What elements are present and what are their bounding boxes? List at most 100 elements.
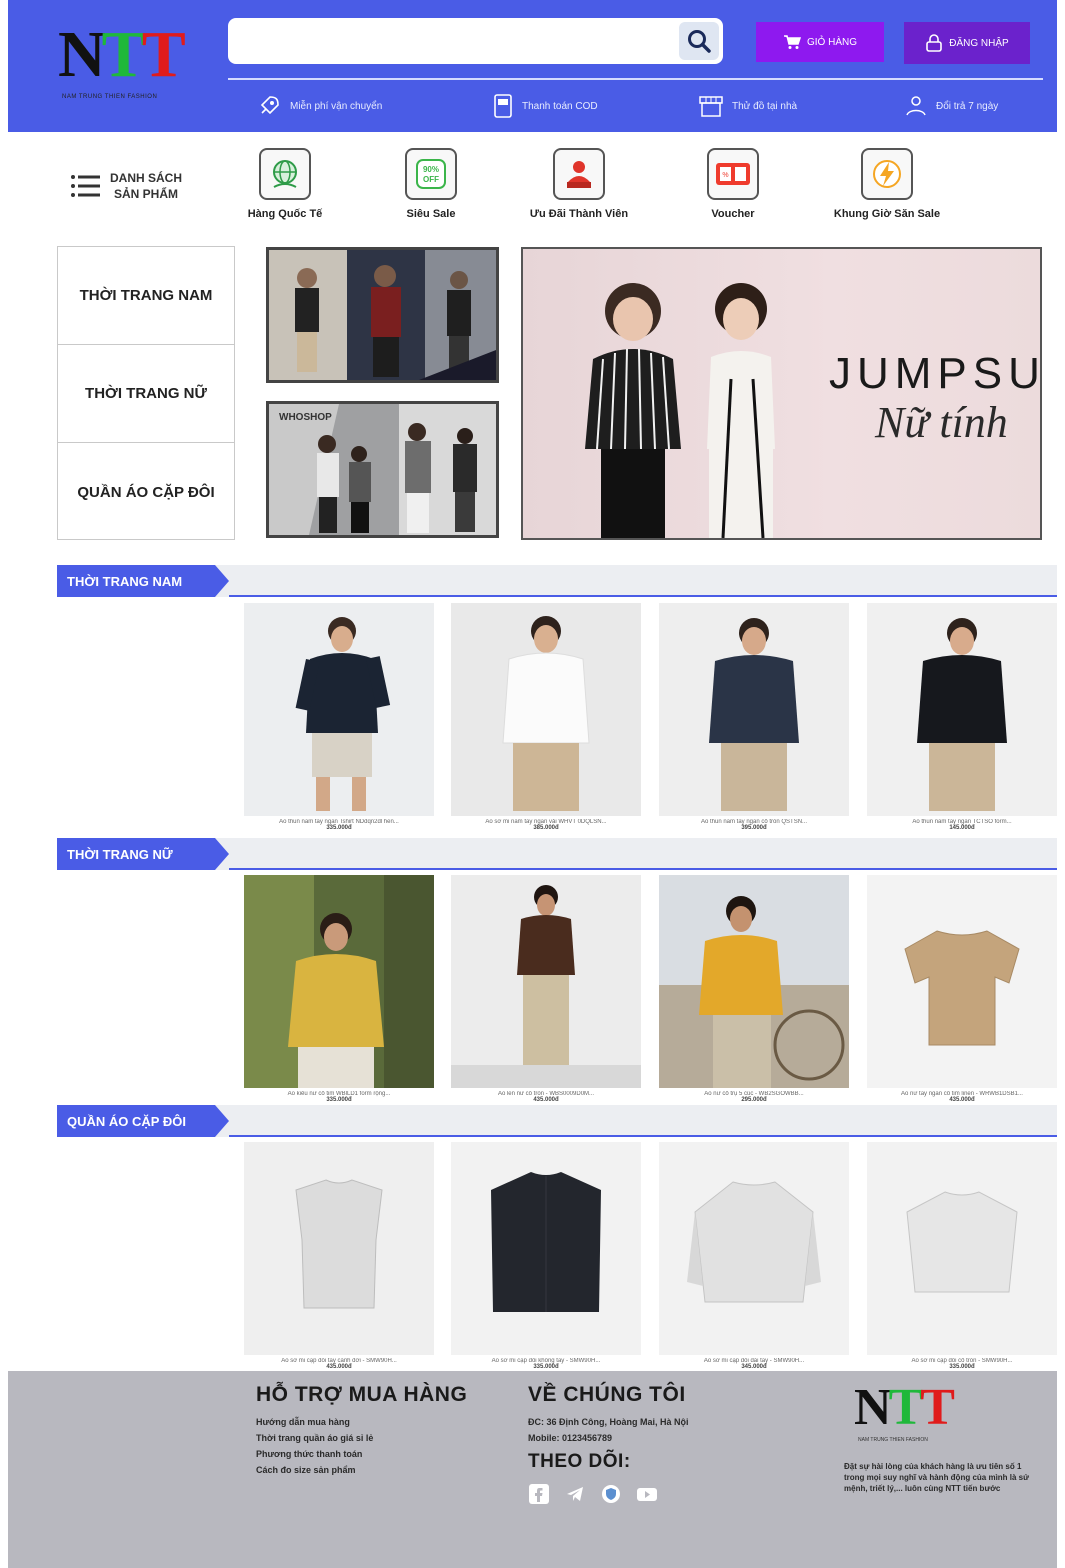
section-header-men: THỜI TRANG NAM: [57, 565, 1057, 597]
svg-text:OFF: OFF: [423, 175, 439, 184]
rocket-icon: [260, 96, 279, 115]
product-card[interactable]: Áo thun nam tay ngắn cổ tròn QSTSN... 39…: [659, 603, 849, 831]
quick-link-member-offer[interactable]: Ưu Đãi Thành Viên: [524, 148, 634, 220]
product-image: [244, 875, 434, 1088]
cart-label: GIỎ HÀNG: [806, 36, 857, 48]
product-image: [659, 603, 849, 816]
site-footer: HỖ TRỢ MUA HÀNG Hướng dẫn mua hàng Thời …: [8, 1371, 1057, 1568]
hero-title: JUMPSUIT: [829, 349, 1042, 398]
shield-icon[interactable]: [600, 1483, 622, 1505]
banner-women-collection[interactable]: WHOSHOP: [266, 401, 499, 538]
product-card[interactable]: Áo sơ mi cặp đôi dài tay - SMW90H... 345…: [659, 1142, 849, 1370]
benefit-try-at-home: Thử đồ tại nhà: [698, 88, 797, 124]
product-image: [867, 875, 1057, 1088]
men-collection-image: [269, 250, 496, 380]
hero-banner[interactable]: JUMPSUIT Nữ tính: [521, 247, 1042, 540]
facebook-icon[interactable]: [528, 1483, 550, 1505]
banner-men-collection[interactable]: [266, 247, 499, 383]
footer-address: ĐC: 36 Định Công, Hoàng Mai, Hà Nội: [528, 1417, 689, 1427]
footer-link[interactable]: Hướng dẫn mua hàng: [256, 1417, 506, 1427]
telegram-icon[interactable]: [564, 1483, 586, 1505]
sidebar-item-women[interactable]: THỜI TRANG NỮ: [58, 345, 234, 443]
product-card[interactable]: Áo nữ tay ngắn cổ tim linen - WRWB1DSB1.…: [867, 875, 1057, 1103]
voucher-icon: %: [716, 163, 750, 185]
product-card[interactable]: Áo sơ mi cặp đôi cổ tròn - SMW90H... 335…: [867, 1142, 1057, 1370]
footer-mobile: Mobile: 0123456789: [528, 1433, 613, 1443]
category-sidebar: THỜI TRANG NAM THỜI TRANG NỮ QUẦN ÁO CẶP…: [57, 246, 235, 540]
footer-link[interactable]: Cách đo size sản phẩm: [256, 1465, 506, 1475]
member-icon: [567, 161, 591, 188]
section-header-women: THỜI TRANG NỮ: [57, 838, 1057, 870]
footer-about: VỀ CHÚNG TÔI ĐC: 36 Định Công, Hoàng Mai…: [528, 1383, 798, 1505]
product-image: [451, 875, 641, 1088]
svg-text:90%: 90%: [423, 165, 439, 174]
product-card[interactable]: Áo thun nam tay ngắn Tshirt NDdqn2dl hen…: [244, 603, 434, 831]
youtube-icon[interactable]: [636, 1483, 658, 1505]
svg-text:%: %: [722, 172, 728, 179]
product-card[interactable]: Áo nữ cổ trụ 5 cúc - WB2SGOWBB... 295.00…: [659, 875, 849, 1103]
product-list-menu[interactable]: DANH SÁCH SẢN PHẨM: [70, 163, 210, 209]
lightning-icon: [873, 160, 901, 188]
payment-icon: [494, 94, 512, 118]
product-card[interactable]: Áo sơ mi cặp đôi tay cánh dơi - SMW90H..…: [244, 1142, 434, 1370]
section-title-women[interactable]: THỜI TRANG NỮ: [57, 838, 229, 870]
product-image: [244, 1142, 434, 1355]
menu-label-line2: SẢN PHẨM: [113, 187, 178, 201]
footer-about-title: VỀ CHÚNG TÔI: [528, 1383, 686, 1406]
section-title-couple[interactable]: QUẦN ÁO CẶP ĐÔI: [57, 1105, 229, 1137]
social-links: [528, 1483, 798, 1505]
footer-logo-tagline: NAM TRUNG THIEN FASHION: [858, 1437, 928, 1443]
product-image: [867, 603, 1057, 816]
lock-icon: [926, 34, 943, 52]
header-divider: [228, 78, 1043, 80]
product-image: [451, 1142, 641, 1355]
search-bar: [228, 18, 723, 64]
globe-icon: [273, 160, 297, 188]
quick-link-flash-sale[interactable]: Khung Giờ Săn Sale: [832, 148, 942, 220]
search-input[interactable]: [228, 18, 668, 64]
quick-link-voucher[interactable]: % Voucher: [678, 148, 788, 220]
product-image: [867, 1142, 1057, 1355]
footer-link[interactable]: Phương thức thanh toán: [256, 1449, 506, 1459]
product-image: [451, 603, 641, 816]
sidebar-item-couple[interactable]: QUẦN ÁO CẶP ĐÔI: [58, 443, 234, 541]
product-card[interactable]: Áo kiểu nữ cổ tim WBlLD1 form rộng... 33…: [244, 875, 434, 1103]
product-card[interactable]: Áo sơ mi cặp đôi không tay - SMW90H... 3…: [451, 1142, 641, 1370]
footer-brand-description: Đặt sự hài lòng của khách hàng là ưu tiê…: [844, 1462, 1029, 1493]
benefit-return: Đổi trả 7 ngày: [904, 88, 998, 124]
section-header-couple: QUẦN ÁO CẶP ĐÔI: [57, 1105, 1057, 1137]
product-card[interactable]: Áo thun nam tay ngắn TCTSO form... 145.0…: [867, 603, 1057, 831]
sale-tag-icon: 90%OFF: [416, 159, 446, 189]
logo-tagline: NAM TRUNG THIEN FASHION: [62, 94, 158, 100]
product-card[interactable]: Áo sơ mi nam tay ngắn vải WHVT 0DQLSN...…: [451, 603, 641, 831]
footer-link[interactable]: Thời trang quần áo giá sỉ lẻ: [256, 1433, 506, 1443]
sidebar-item-men[interactable]: THỜI TRANG NAM: [58, 247, 234, 345]
benefit-free-shipping: Miễn phí vận chuyển: [256, 88, 382, 124]
footer-support-title: HỖ TRỢ MUA HÀNG: [256, 1383, 468, 1406]
hero-subtitle: Nữ tính: [875, 398, 1008, 447]
menu-label-line1: DANH SÁCH: [110, 171, 182, 185]
search-icon: [688, 30, 711, 53]
product-image: [659, 1142, 849, 1355]
product-card[interactable]: Áo len nữ cổ tròn - WBS0009D0M... 435.00…: [451, 875, 641, 1103]
quick-link-super-sale[interactable]: 90% OFF Siêu Sale: [376, 148, 486, 220]
footer-follow-title: THEO DÕI:: [528, 1451, 631, 1472]
store-icon: [699, 96, 723, 117]
svg-text:WHOSHOP: WHOSHOP: [279, 412, 332, 423]
login-button[interactable]: ĐĂNG NHẬP: [904, 22, 1030, 64]
footer-logo[interactable]: NTT: [854, 1381, 1044, 1435]
section-title-men[interactable]: THỜI TRANG NAM: [57, 565, 229, 597]
women-collection-image: WHOSHOP: [269, 404, 496, 535]
site-header: NTT NAM TRUNG THIEN FASHION GIỎ HÀNG ĐĂN…: [8, 0, 1057, 132]
login-label: ĐĂNG NHẬP: [949, 37, 1009, 49]
benefit-cod: Thanh toán COD: [492, 88, 598, 124]
site-logo[interactable]: NTT NAM TRUNG THIEN FASHION: [44, 14, 186, 102]
cart-button[interactable]: GIỎ HÀNG: [756, 22, 884, 62]
cart-icon: [783, 35, 801, 49]
product-image: [244, 603, 434, 816]
quick-link-international[interactable]: Hàng Quốc Tế: [230, 148, 340, 220]
search-button[interactable]: [679, 22, 719, 60]
footer-brand: NTT NAM TRUNG THIEN FASHION Đặt sự hài l…: [844, 1381, 1044, 1494]
menu-list-icon: [71, 175, 100, 197]
product-image: [659, 875, 849, 1088]
